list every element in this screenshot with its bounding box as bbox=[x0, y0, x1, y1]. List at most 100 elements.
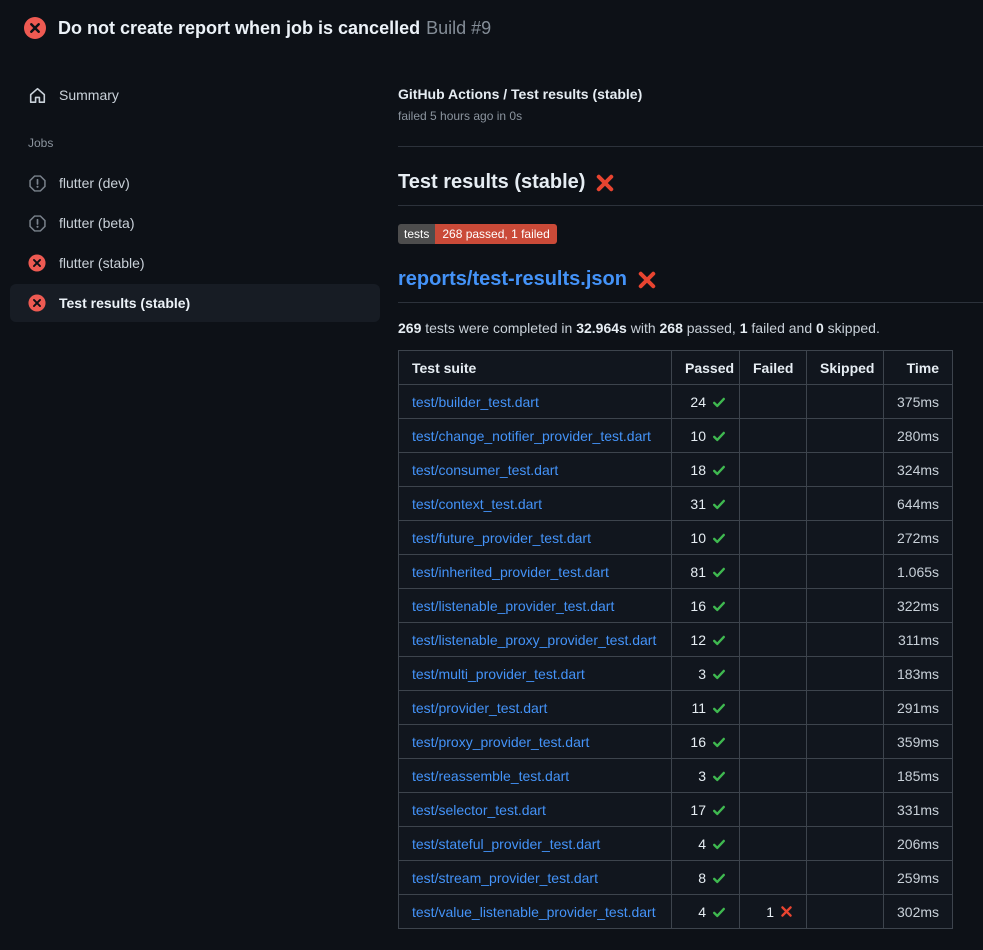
passed-cell: 24 bbox=[672, 385, 740, 419]
passed-cell: 81 bbox=[672, 555, 740, 589]
table-row: test/inherited_provider_test.dart811.065… bbox=[399, 555, 953, 589]
job-label: flutter (stable) bbox=[59, 255, 145, 271]
failed-cell bbox=[740, 759, 807, 793]
badge-value: 268 passed, 1 failed bbox=[435, 224, 556, 244]
failed-cell bbox=[740, 453, 807, 487]
passed-cell: 16 bbox=[672, 589, 740, 623]
suite-link[interactable]: test/multi_provider_test.dart bbox=[412, 666, 585, 682]
skipped-cell bbox=[807, 487, 884, 521]
build-header: Do not create report when job is cancell… bbox=[0, 0, 983, 56]
summary-number: 269 bbox=[398, 320, 421, 336]
sidebar-item-job-0[interactable]: flutter (dev) bbox=[10, 164, 380, 202]
check-icon bbox=[712, 429, 726, 443]
sidebar-item-job-1[interactable]: flutter (beta) bbox=[10, 204, 380, 242]
suite-link[interactable]: test/reassemble_test.dart bbox=[412, 768, 569, 784]
table-row: test/builder_test.dart24375ms bbox=[399, 385, 953, 419]
column-header: Test suite bbox=[399, 351, 672, 385]
suite-link[interactable]: test/provider_test.dart bbox=[412, 700, 547, 716]
passed-cell: 17 bbox=[672, 793, 740, 827]
tests-badge: tests 268 passed, 1 failed bbox=[398, 224, 557, 244]
skipped-cell bbox=[807, 453, 884, 487]
job-label: flutter (dev) bbox=[59, 175, 130, 191]
suite-cell: test/change_notifier_provider_test.dart bbox=[399, 419, 672, 453]
failed-cell bbox=[740, 793, 807, 827]
failed-cell bbox=[740, 419, 807, 453]
table-row: test/multi_provider_test.dart3183ms bbox=[399, 657, 953, 691]
skipped-cell bbox=[807, 691, 884, 725]
sidebar: Summary Jobs flutter (dev) flutter (beta)… bbox=[0, 56, 390, 324]
check-icon bbox=[712, 735, 726, 749]
column-header: Time bbox=[884, 351, 953, 385]
check-icon bbox=[712, 565, 726, 579]
column-header: Passed bbox=[672, 351, 740, 385]
suite-cell: test/provider_test.dart bbox=[399, 691, 672, 725]
time-cell: 644ms bbox=[884, 487, 953, 521]
jobs-section-label: Jobs bbox=[28, 136, 380, 150]
skipped-cell bbox=[807, 827, 884, 861]
check-icon bbox=[712, 701, 726, 715]
suite-link[interactable]: test/change_notifier_provider_test.dart bbox=[412, 428, 651, 444]
skipped-cell bbox=[807, 759, 884, 793]
breadcrumb: GitHub Actions / Test results (stable) bbox=[398, 86, 983, 102]
sidebar-item-summary[interactable]: Summary bbox=[10, 76, 380, 114]
table-row: test/stream_provider_test.dart 8 259ms bbox=[399, 861, 953, 895]
failed-cell bbox=[740, 589, 807, 623]
table-row: test/change_notifier_provider_test.dart 1… bbox=[399, 419, 953, 453]
time-cell: 324ms bbox=[884, 453, 953, 487]
report-link[interactable]: reports/test-results.json bbox=[398, 268, 627, 291]
skipped-cell bbox=[807, 725, 884, 759]
time-cell: 311ms bbox=[884, 623, 953, 657]
section-heading: Test results (stable) bbox=[398, 171, 983, 206]
check-icon bbox=[712, 803, 726, 817]
x-mark-icon bbox=[595, 173, 615, 193]
table-header-row: Test suitePassedFailedSkippedTime bbox=[399, 351, 953, 385]
time-cell: 259ms bbox=[884, 861, 953, 895]
suite-link[interactable]: test/stream_provider_test.dart bbox=[412, 870, 598, 886]
suite-cell: test/selector_test.dart bbox=[399, 793, 672, 827]
suite-link[interactable]: test/listenable_proxy_provider_test.dart bbox=[412, 632, 656, 648]
suite-link[interactable]: test/selector_test.dart bbox=[412, 802, 546, 818]
x-circle-icon bbox=[24, 17, 46, 39]
time-cell: 359ms bbox=[884, 725, 953, 759]
suite-cell: test/context_test.dart bbox=[399, 487, 672, 521]
suite-link[interactable]: test/context_test.dart bbox=[412, 496, 542, 512]
report-heading: reports/test-results.json bbox=[398, 268, 983, 303]
suite-link[interactable]: test/value_listenable_provider_test.dart bbox=[412, 904, 656, 920]
time-cell: 322ms bbox=[884, 589, 953, 623]
skipped-cell bbox=[807, 555, 884, 589]
check-icon bbox=[712, 395, 726, 409]
suite-link[interactable]: test/proxy_provider_test.dart bbox=[412, 734, 589, 750]
suite-link[interactable]: test/listenable_provider_test.dart bbox=[412, 598, 614, 614]
passed-cell: 3 bbox=[672, 759, 740, 793]
suite-link[interactable]: test/stateful_provider_test.dart bbox=[412, 836, 600, 852]
table-row: test/consumer_test.dart18324ms bbox=[399, 453, 953, 487]
time-cell: 302ms bbox=[884, 895, 953, 929]
passed-cell: 10 bbox=[672, 419, 740, 453]
suite-link[interactable]: test/future_provider_test.dart bbox=[412, 530, 591, 546]
skipped-cell bbox=[807, 861, 884, 895]
skipped-cell bbox=[807, 589, 884, 623]
sidebar-item-job-2[interactable]: flutter (stable) bbox=[10, 244, 380, 282]
skipped-cell bbox=[807, 657, 884, 691]
suite-cell: test/proxy_provider_test.dart bbox=[399, 725, 672, 759]
results-table: Test suitePassedFailedSkippedTime test/b… bbox=[398, 350, 953, 929]
suite-cell: test/value_listenable_provider_test.dart bbox=[399, 895, 672, 929]
sidebar-item-job-3[interactable]: Test results (stable) bbox=[10, 284, 380, 322]
suite-link[interactable]: test/builder_test.dart bbox=[412, 394, 539, 410]
page-title: Do not create report when job is cancell… bbox=[58, 18, 491, 39]
failed-cell bbox=[740, 657, 807, 691]
suite-link[interactable]: test/consumer_test.dart bbox=[412, 462, 558, 478]
suite-cell: test/consumer_test.dart bbox=[399, 453, 672, 487]
summary-text: with bbox=[627, 320, 660, 336]
passed-cell: 31 bbox=[672, 487, 740, 521]
suite-cell: test/listenable_proxy_provider_test.dart bbox=[399, 623, 672, 657]
passed-cell: 16 bbox=[672, 725, 740, 759]
summary-line: 269 tests were completed in 32.964s with… bbox=[398, 320, 983, 336]
summary-number: 32.964s bbox=[576, 320, 627, 336]
table-row: test/stateful_provider_test.dart4206ms bbox=[399, 827, 953, 861]
suite-link[interactable]: test/inherited_provider_test.dart bbox=[412, 564, 609, 580]
passed-cell: 8 bbox=[672, 861, 740, 895]
time-cell: 183ms bbox=[884, 657, 953, 691]
suite-cell: test/future_provider_test.dart bbox=[399, 521, 672, 555]
x-circle-icon bbox=[28, 254, 46, 272]
